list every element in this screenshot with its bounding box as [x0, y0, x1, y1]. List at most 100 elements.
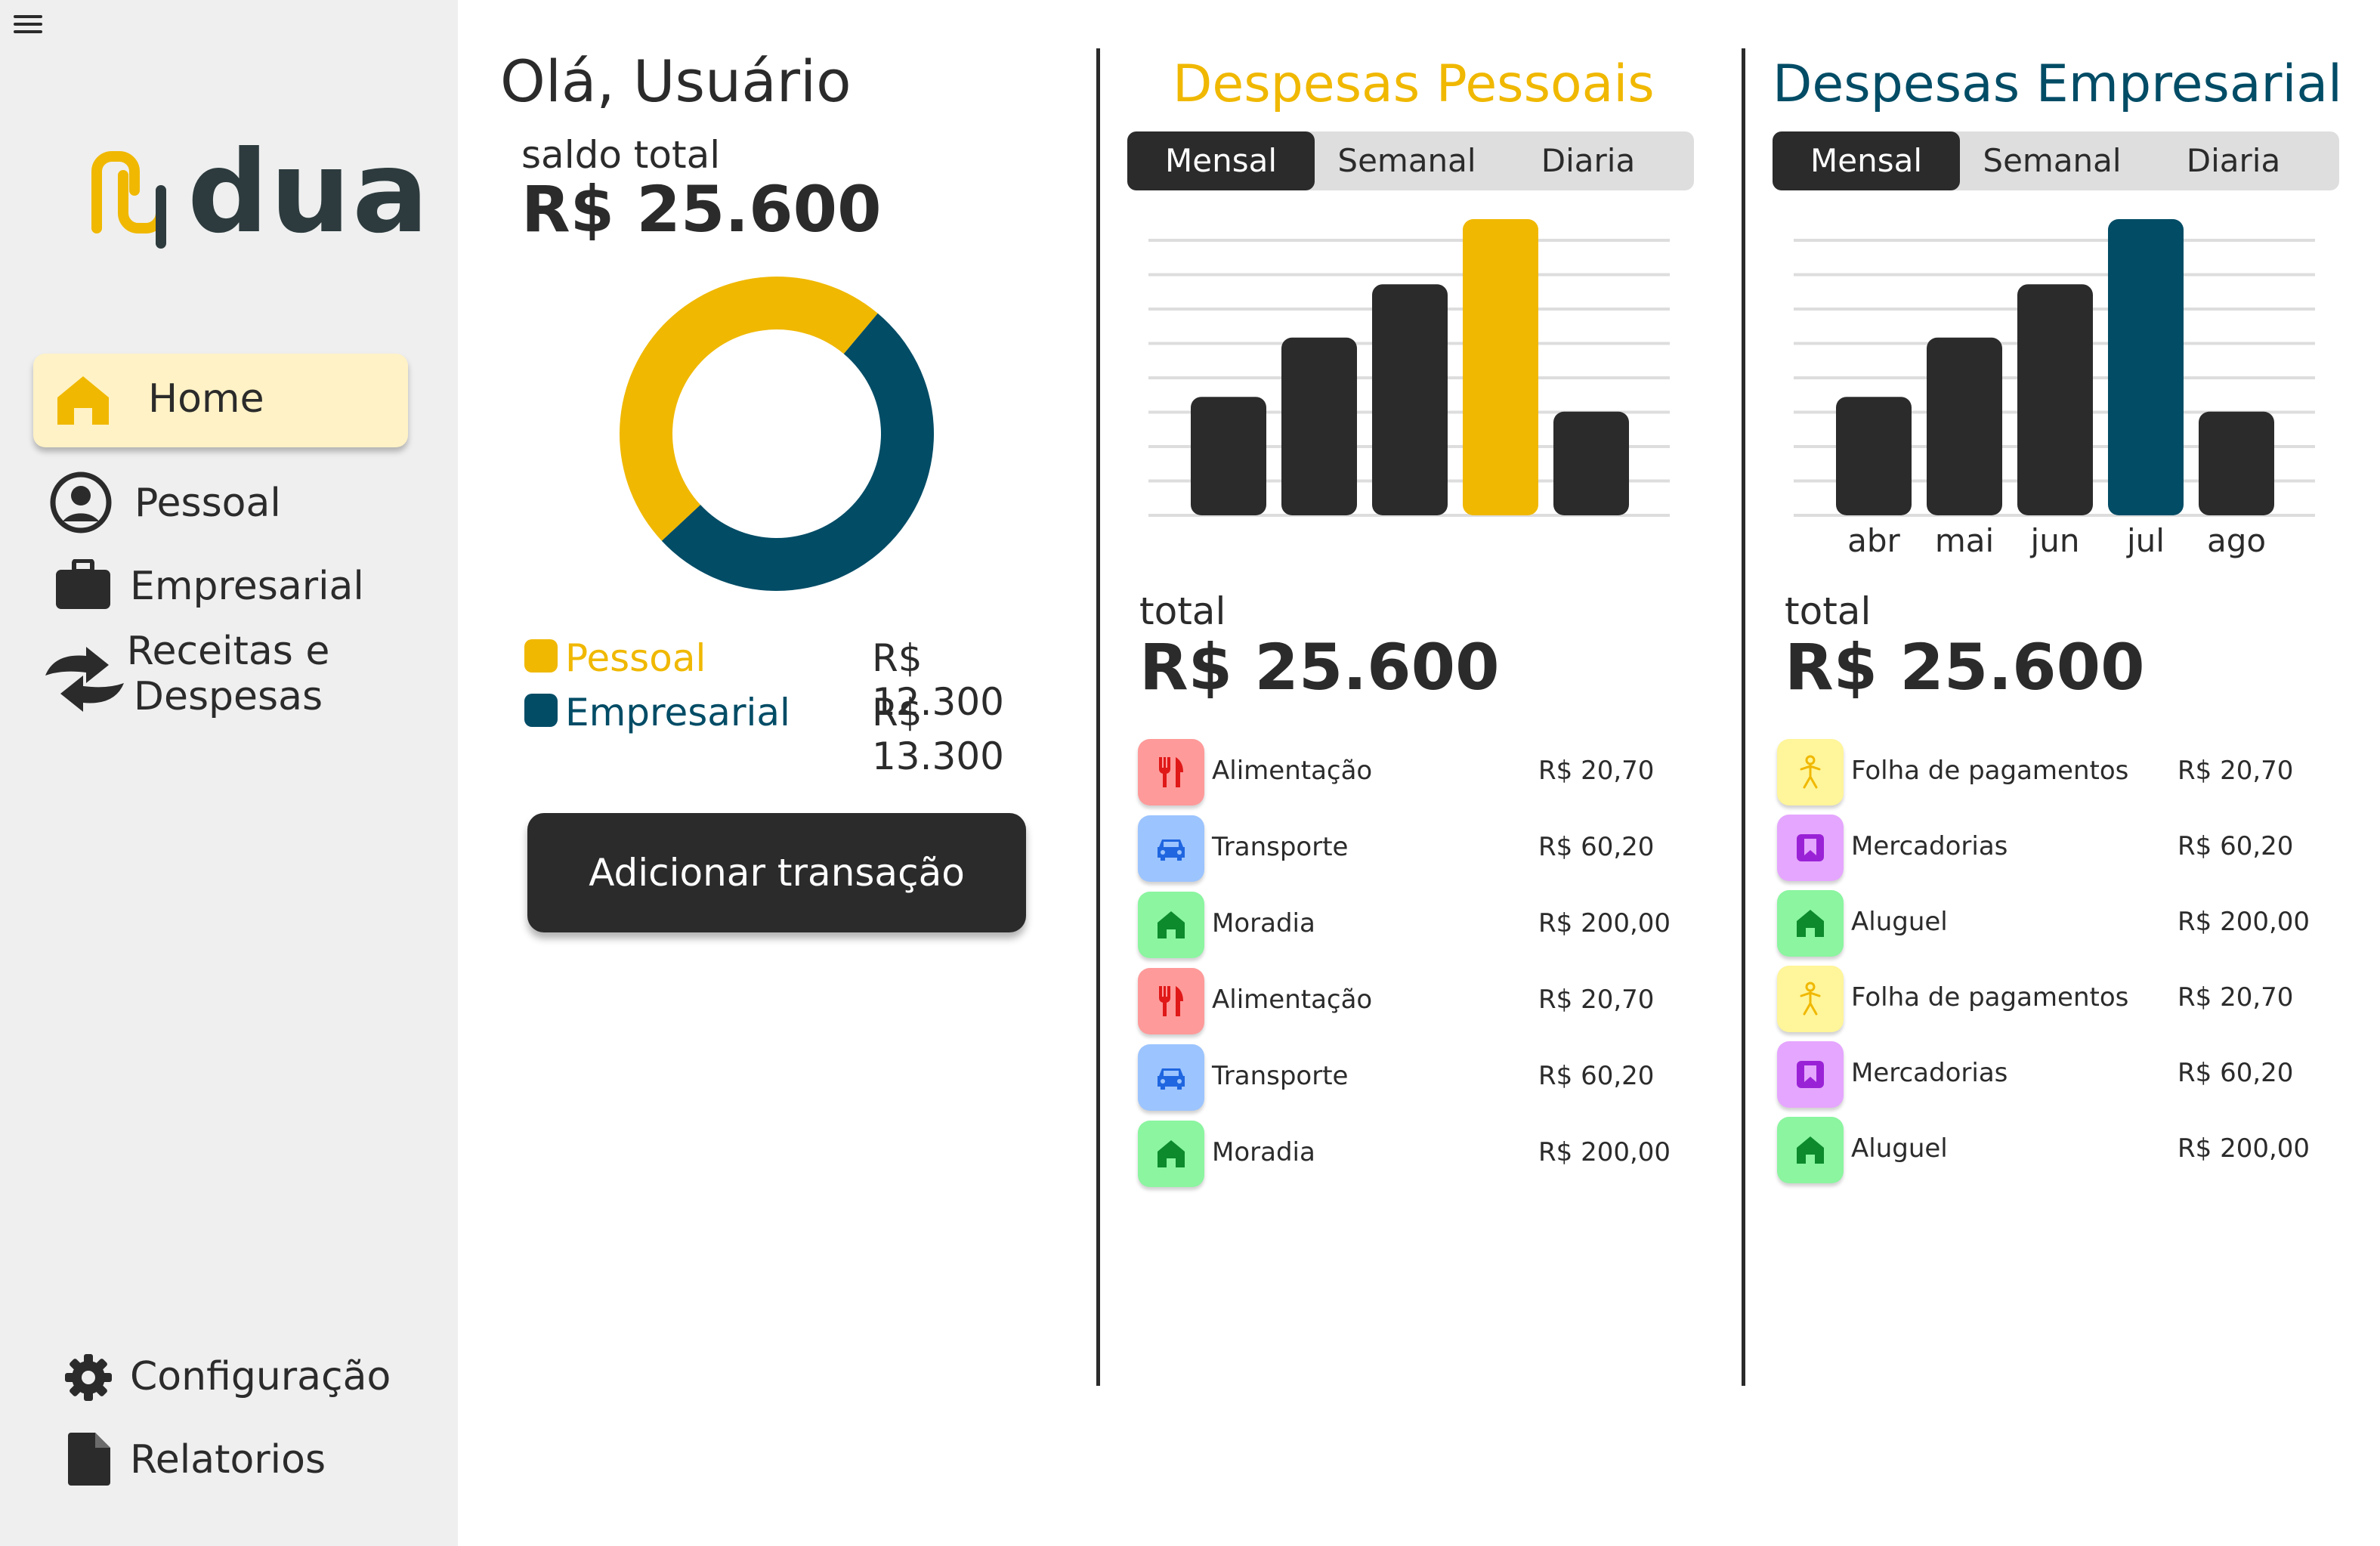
home-icon [57, 376, 109, 425]
list-item[interactable]: Alimentação R$ 20,70 [1138, 739, 1682, 809]
sidebar-item-relatorios[interactable]: Relatorios [68, 1427, 370, 1490]
sidebar-item-label-line1: Receitas e [126, 629, 330, 674]
bar-jun[interactable] [1372, 284, 1448, 515]
bar-jun[interactable] [2017, 284, 2093, 515]
item-value: R$ 20,70 [1538, 985, 1655, 1015]
item-name: Mercadorias [1851, 1058, 2008, 1088]
business-panel-title: Despesas Empresarial [1773, 54, 2342, 114]
column-divider [1096, 48, 1100, 1386]
sidebar-item-receitas-despesas[interactable]: Receitas e Despesas [39, 629, 402, 727]
bar-jul[interactable] [1463, 219, 1538, 515]
legend-value: R$ 13.300 [872, 691, 1004, 778]
person-icon [1800, 982, 1821, 1016]
x-tick-label: abr [1847, 522, 1900, 559]
home-icon [1158, 911, 1185, 938]
legend-swatch [524, 694, 558, 727]
legend-swatch [524, 639, 558, 673]
x-tick-label: jul [2126, 522, 2165, 559]
list-item[interactable]: Aluguel R$ 200,00 [1777, 890, 2321, 960]
personal-total-label: total [1139, 589, 1226, 633]
list-item[interactable]: Transporte R$ 60,20 [1138, 1044, 1682, 1114]
category-icon-tile [1138, 1044, 1204, 1111]
personal-panel-title: Despesas Pessoais [1173, 54, 1655, 114]
document-icon [68, 1433, 110, 1486]
bar-mai[interactable] [1927, 337, 2002, 515]
item-name: Moradia [1212, 1137, 1315, 1167]
balance-donut-chart [619, 276, 934, 591]
tab-diaria[interactable]: Diaria [1498, 131, 1679, 190]
list-item[interactable]: Aluguel R$ 200,00 [1777, 1117, 2321, 1186]
list-item[interactable]: Folha de pagamentos R$ 20,70 [1777, 739, 2321, 809]
sidebar-item-configuracao[interactable]: Configuração [63, 1343, 411, 1407]
category-icon-tile [1138, 892, 1204, 958]
tab-semanal[interactable]: Semanal [1961, 131, 2143, 190]
list-item[interactable]: Moradia R$ 200,00 [1138, 892, 1682, 961]
sidebar-item-label: Empresarial [130, 564, 364, 609]
item-value: R$ 200,00 [2178, 1133, 2310, 1164]
category-icon-tile [1777, 890, 1844, 957]
bar-jul[interactable] [2108, 219, 2184, 515]
personal-period-tabs: Mensal Semanal Diaria [1127, 131, 1694, 190]
tab-mensal[interactable]: Mensal [1127, 131, 1315, 190]
add-transaction-button[interactable]: Adicionar transação [527, 813, 1026, 932]
list-item[interactable]: Moradia R$ 200,00 [1138, 1121, 1682, 1190]
category-icon-tile [1138, 739, 1204, 805]
category-icon-tile [1777, 1041, 1844, 1108]
donut-slice-pessoal [619, 276, 878, 541]
business-total-label: total [1785, 589, 1872, 633]
list-item[interactable]: Alimentação R$ 20,70 [1138, 968, 1682, 1037]
item-value: R$ 200,00 [2178, 907, 2310, 937]
item-value: R$ 200,00 [1538, 1137, 1671, 1167]
personal-bar-chart [1148, 219, 1670, 517]
fork-knife-icon [1158, 757, 1183, 787]
hamburger-menu-icon[interactable] [14, 14, 44, 36]
sidebar-item-label-line2: Despesas [133, 674, 323, 719]
list-item[interactable]: Mercadorias R$ 60,20 [1777, 1041, 2321, 1111]
bar-ago[interactable] [1553, 411, 1629, 515]
legend-label: Empresarial [565, 691, 790, 734]
home-icon [1158, 1140, 1185, 1167]
greeting-title: Olá, Usuário [500, 48, 852, 115]
sidebar: dua Home Pessoal Empresarial Receitas e … [0, 0, 458, 1546]
business-bar-chart: abr mai jun jul ago [1794, 219, 2315, 559]
item-name: Transporte [1212, 1061, 1349, 1091]
item-value: R$ 200,00 [1538, 908, 1671, 938]
item-value: R$ 20,70 [2178, 756, 2294, 786]
item-name: Aluguel [1851, 907, 1948, 937]
add-transaction-label: Adicionar transação [589, 851, 965, 895]
person-icon [1800, 755, 1821, 789]
briefcase-icon [56, 559, 110, 609]
tab-diaria[interactable]: Diaria [2143, 131, 2324, 190]
category-icon-tile [1777, 966, 1844, 1032]
item-name: Moradia [1212, 908, 1315, 938]
sidebar-item-label: Relatorios [130, 1437, 326, 1483]
category-icon-tile [1138, 1121, 1204, 1187]
legend-label: Pessoal [565, 636, 706, 680]
logo-text: dua [187, 127, 431, 258]
list-item[interactable]: Mercadorias R$ 60,20 [1777, 815, 2321, 884]
logo-icon [91, 151, 166, 249]
bar-ago[interactable] [2199, 411, 2274, 515]
bar-abr[interactable] [1191, 397, 1266, 515]
sidebar-item-label: Configuração [130, 1354, 391, 1399]
item-value: R$ 60,20 [1538, 1061, 1655, 1091]
legend-item-pessoal: Pessoal R$ 12.300 [524, 636, 1053, 724]
sidebar-item-home[interactable]: Home [33, 354, 408, 447]
sidebar-item-label: Pessoal [134, 481, 281, 526]
tab-semanal[interactable]: Semanal [1316, 131, 1498, 190]
sidebar-item-pessoal[interactable]: Pessoal [50, 468, 367, 536]
category-icon-tile [1777, 1117, 1844, 1183]
item-value: R$ 20,70 [2178, 982, 2294, 1013]
category-icon-tile [1777, 815, 1844, 881]
item-value: R$ 60,20 [2178, 1058, 2294, 1088]
bar-abr[interactable] [1836, 397, 1912, 515]
sidebar-item-label: Home [148, 376, 264, 422]
business-total-value: R$ 25.600 [1785, 630, 2145, 704]
list-item[interactable]: Folha de pagamentos R$ 20,70 [1777, 966, 2321, 1035]
tab-mensal[interactable]: Mensal [1773, 131, 1960, 190]
x-tick-label: mai [1935, 522, 1994, 559]
item-name: Alimentação [1212, 985, 1373, 1015]
list-item[interactable]: Transporte R$ 60,20 [1138, 815, 1682, 885]
sidebar-item-empresarial[interactable]: Empresarial [56, 552, 403, 620]
bar-mai[interactable] [1281, 337, 1357, 515]
